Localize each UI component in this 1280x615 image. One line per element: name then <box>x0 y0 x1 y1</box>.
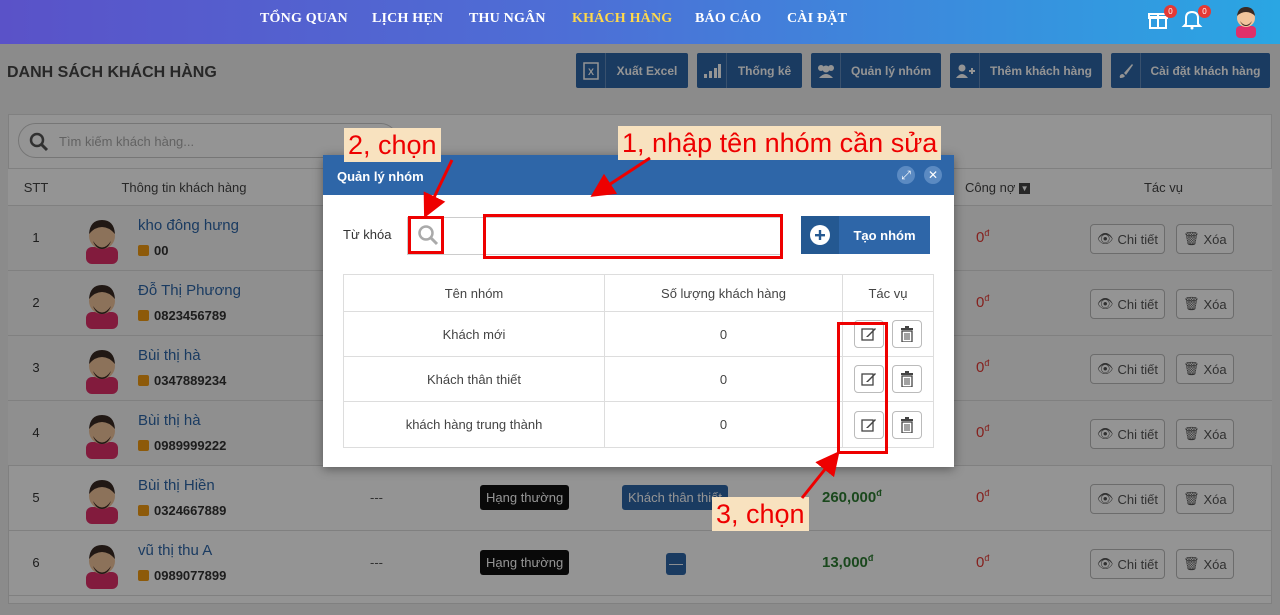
annotation-box-edit <box>837 322 888 454</box>
nav-thu-ngan[interactable]: THU NGÂN <box>469 11 546 27</box>
col-customer-count: Số lượng khách hàng <box>605 275 843 311</box>
nav-khach-hang[interactable]: KHÁCH HÀNG <box>572 11 672 27</box>
create-group-button[interactable]: Tạo nhóm <box>801 216 930 254</box>
trash-icon[interactable] <box>892 365 922 393</box>
annotation-step3: 3, chọn <box>712 497 809 531</box>
bell-badge: 0 <box>1198 5 1211 18</box>
col-group-name: Tên nhóm <box>344 275 605 311</box>
plus-circle-icon <box>801 216 839 254</box>
user-avatar[interactable] <box>1232 4 1260 38</box>
top-navigation: TỔNG QUAN LỊCH HẸN THU NGÂN KHÁCH HÀNG B… <box>0 0 1280 44</box>
annotation-step1: 1, nhập tên nhóm cần sửa <box>618 126 942 160</box>
trash-icon[interactable] <box>892 410 922 439</box>
gift-icon[interactable]: 0 <box>1147 5 1177 32</box>
annotation-box-keyword <box>483 214 783 259</box>
group-name: Khách mới <box>344 312 605 356</box>
group-name: khách hàng trung thành <box>344 402 605 447</box>
bell-icon[interactable]: 0 <box>1181 5 1211 32</box>
trash-icon[interactable] <box>892 320 922 348</box>
group-table-header: Tên nhóm Số lượng khách hàng Tác vụ <box>344 275 933 312</box>
col-actions: Tác vụ <box>868 285 908 301</box>
gift-badge: 0 <box>1164 5 1177 18</box>
group-name: Khách thân thiết <box>344 357 605 401</box>
expand-icon[interactable]: ⤢ <box>897 166 915 184</box>
group-count: 0 <box>605 357 843 401</box>
nav-bao-cao[interactable]: BÁO CÁO <box>695 11 761 27</box>
group-count: 0 <box>605 312 843 356</box>
annotation-box-search <box>408 216 444 254</box>
nav-lich-hen[interactable]: LỊCH HẸN <box>372 11 443 27</box>
nav-cai-dat[interactable]: CÀI ĐẶT <box>787 11 847 27</box>
nav-tong-quan[interactable]: TỔNG QUAN <box>260 11 348 27</box>
keyword-label: Từ khóa <box>343 227 392 242</box>
modal-title: Quản lý nhóm <box>337 169 424 184</box>
close-icon[interactable]: ✕ <box>924 166 942 184</box>
group-count: 0 <box>605 402 843 447</box>
annotation-step2: 2, chọn <box>344 128 441 162</box>
